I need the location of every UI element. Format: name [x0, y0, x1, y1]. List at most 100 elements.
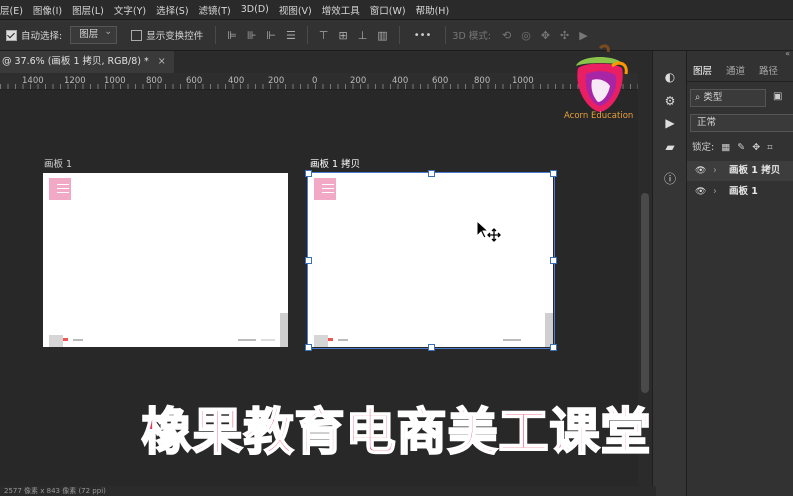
transform-handle[interactable]: [428, 344, 435, 351]
layer-filter-value: 类型: [703, 92, 723, 103]
align-bottom-icon[interactable]: ⊥: [358, 29, 368, 42]
tab-channels[interactable]: 通道: [726, 63, 745, 77]
menu-select[interactable]: 选择(S): [151, 3, 193, 17]
info-icon[interactable]: ⓘ: [662, 171, 678, 187]
scrollbar-thumb[interactable]: [641, 193, 649, 393]
auto-select-checkbox[interactable]: [6, 29, 17, 41]
image-filter-icon[interactable]: ▣: [773, 91, 782, 102]
transform-handle[interactable]: [305, 170, 312, 177]
lock-position-icon[interactable]: ✥: [752, 142, 760, 153]
comments-icon[interactable]: ▰: [662, 139, 678, 155]
red-mark: [63, 338, 68, 341]
transform-handle[interactable]: [305, 257, 312, 264]
3d-roll-icon[interactable]: ◎: [521, 29, 531, 42]
menu-view[interactable]: 视图(V): [274, 3, 317, 17]
menu-plugins[interactable]: 增效工具: [317, 3, 365, 17]
ruler-tick: 1000: [104, 76, 126, 86]
ruler-tick: 1200: [64, 76, 86, 86]
options-bar: 自动选择: 图层 显示变换控件 ⊫ ⊪ ⊩ ☰ ⊤ ⊞ ⊥ ▥ ••• 3D 模…: [0, 20, 793, 51]
align-right-icon[interactable]: ⊩: [266, 29, 276, 42]
distribute-icon[interactable]: ☰: [286, 29, 296, 42]
tab-paths[interactable]: 路径: [759, 63, 778, 77]
options-divider: [215, 26, 217, 44]
acorn-logo: [576, 44, 628, 112]
ruler-tick: 800: [146, 76, 163, 86]
align-left-icon[interactable]: ⊫: [227, 29, 237, 42]
status-bar: 2577 像素 x 843 像素 (72 ppi): [0, 486, 656, 496]
blend-mode-value: 正常: [697, 117, 717, 128]
menu-window[interactable]: 窗口(W): [365, 3, 411, 17]
footer-line: [238, 339, 256, 341]
menu-3d[interactable]: 3D(D): [236, 4, 274, 15]
layer-row[interactable]: 👁 › 画板 1 拷贝: [687, 161, 793, 181]
lock-label: 锁定:: [692, 142, 715, 153]
show-transform-checkbox[interactable]: [131, 29, 143, 41]
document-tab-title: @ 37.6% (画板 1 拷贝, RGB/8) *: [2, 56, 149, 67]
footer-line: [261, 339, 275, 341]
video-caption: 橡果教育电商美工课堂: [141, 402, 652, 462]
chevron-right-icon[interactable]: ›: [713, 182, 717, 202]
actions-play-icon[interactable]: ▶: [662, 115, 678, 131]
visibility-eye-icon[interactable]: 👁: [695, 182, 706, 202]
more-options-button[interactable]: •••: [414, 30, 432, 41]
menu-layer[interactable]: 图层(L): [67, 3, 109, 17]
lock-paint-icon[interactable]: ✎: [737, 142, 745, 153]
transform-handle[interactable]: [550, 344, 557, 351]
document-tab-close-icon[interactable]: ×: [158, 56, 166, 67]
chevron-right-icon[interactable]: ›: [713, 161, 717, 181]
transform-handle[interactable]: [428, 170, 435, 177]
align-top-icon[interactable]: ⊤: [319, 29, 329, 42]
ruler-tick: 200: [268, 76, 285, 86]
menu-filter[interactable]: 滤镜(T): [194, 3, 236, 17]
distribute-v-icon[interactable]: ▥: [377, 29, 387, 42]
ruler-tick: 400: [228, 76, 245, 86]
transform-handle[interactable]: [550, 257, 557, 264]
menu-help[interactable]: 帮助(H): [411, 3, 455, 17]
panel-tabs: 图层 通道 路径: [687, 59, 793, 82]
3d-pan-icon[interactable]: ✥: [541, 29, 550, 42]
ruler-tick: 600: [186, 76, 203, 86]
auto-select-value: 图层: [79, 29, 99, 40]
align-middle-v-icon[interactable]: ⊞: [338, 29, 347, 42]
tab-layers[interactable]: 图层: [693, 63, 712, 77]
panel-collapse-icon[interactable]: «: [785, 49, 790, 58]
menu-edit[interactable]: 层(E): [0, 3, 28, 17]
ruler-tick: 600: [432, 76, 449, 86]
document-tab[interactable]: @ 37.6% (画板 1 拷贝, RGB/8) * ×: [0, 51, 174, 73]
menu-image[interactable]: 图像(I): [28, 3, 67, 17]
lock-artboard-icon[interactable]: ⌗: [767, 142, 772, 153]
3d-slide-icon[interactable]: ✣: [560, 29, 569, 42]
3d-camera-icon[interactable]: ▶: [579, 29, 587, 42]
watermark-text: Acorn Education: [564, 111, 634, 121]
menu-type[interactable]: 文字(Y): [109, 3, 151, 17]
layer-filter-dropdown[interactable]: ⌕ 类型: [690, 89, 766, 107]
ruler-tick: 200: [350, 76, 367, 86]
auto-select-dropdown[interactable]: 图层: [70, 24, 118, 44]
3d-orbit-icon[interactable]: ⟲: [502, 29, 511, 42]
menu-bar: 层(E) 图像(I) 图层(L) 文字(Y) 选择(S) 滤镜(T) 3D(D)…: [0, 0, 793, 20]
artboard-1[interactable]: [43, 173, 288, 347]
artboard-1-label[interactable]: 画板 1: [44, 156, 72, 170]
move-cursor-icon: [476, 220, 501, 242]
mode-3d-label: 3D 模式:: [452, 31, 491, 42]
auto-select-label: 自动选择:: [21, 31, 63, 42]
artboard-2-label[interactable]: 画板 1 拷贝: [310, 156, 360, 170]
ruler-tick: 800: [474, 76, 491, 86]
options-divider: [445, 26, 447, 44]
ruler-tick: 0: [312, 76, 318, 86]
document-tab-row: @ 37.6% (画板 1 拷贝, RGB/8) * ×: [0, 51, 652, 73]
layer-row[interactable]: 👁 › 画板 1: [687, 182, 793, 202]
align-center-h-icon[interactable]: ⊪: [247, 29, 257, 42]
visibility-eye-icon[interactable]: 👁: [695, 161, 706, 181]
lock-pixels-icon[interactable]: ▦: [721, 142, 730, 153]
footer-line: [73, 339, 83, 341]
selection-bounding-box: [307, 172, 555, 349]
adjustments-icon[interactable]: ◐: [662, 69, 678, 85]
transform-handle[interactable]: [550, 170, 557, 177]
transform-handle[interactable]: [305, 344, 312, 351]
properties-icon[interactable]: ⚙: [662, 93, 678, 109]
show-transform-label: 显示变换控件: [146, 31, 204, 42]
blend-mode-dropdown[interactable]: 正常: [690, 114, 793, 132]
options-divider: [398, 26, 400, 44]
gray-square: [49, 335, 63, 347]
